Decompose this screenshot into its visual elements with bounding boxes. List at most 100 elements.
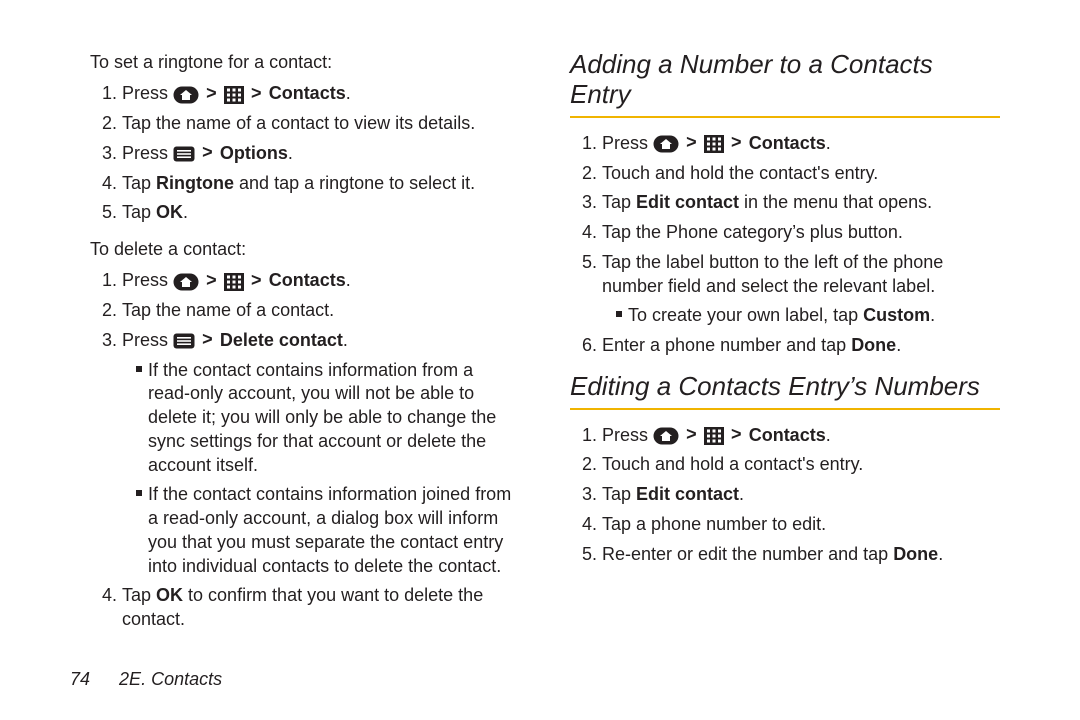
text: in the menu that opens. bbox=[739, 192, 932, 212]
text: . bbox=[739, 484, 744, 504]
section-rule bbox=[570, 408, 1000, 410]
step: Tap Ringtone and tap a ringtone to selec… bbox=[122, 172, 520, 196]
separator: > bbox=[684, 427, 699, 445]
separator: > bbox=[200, 332, 215, 350]
heading-adding-number: Adding a Number to a Contacts Entry bbox=[570, 50, 1000, 110]
step: Tap the label button to the left of the … bbox=[602, 251, 1000, 328]
step: Tap the name of a contact. bbox=[122, 299, 520, 323]
label-done: Done bbox=[893, 544, 938, 564]
right-column: Adding a Number to a Contacts Entry Pres… bbox=[545, 50, 1000, 620]
step: Press > > Contacts. bbox=[602, 424, 1000, 448]
home-icon bbox=[653, 135, 679, 153]
separator: > bbox=[684, 135, 699, 153]
text: To create your own label, tap bbox=[628, 305, 863, 325]
menu-item-delete-contact: Delete contact bbox=[220, 330, 343, 350]
menu-icon bbox=[173, 333, 195, 349]
separator: > bbox=[204, 86, 219, 104]
separator: > bbox=[249, 273, 264, 291]
separator: > bbox=[200, 145, 215, 163]
steps-edit-numbers: Press > > Contacts. Touch and hold a con… bbox=[570, 424, 1000, 567]
text: and tap a ringtone to select it. bbox=[234, 173, 475, 193]
label: Press bbox=[122, 83, 173, 103]
text: . bbox=[346, 83, 351, 103]
step: Press > Delete contact. If the contact c… bbox=[122, 329, 520, 579]
heading-editing-numbers: Editing a Contacts Entry’s Numbers bbox=[570, 372, 1000, 402]
step: Touch and hold the contact's entry. bbox=[602, 162, 1000, 186]
note: If the contact contains information join… bbox=[136, 483, 520, 578]
menu-item-contacts: Contacts bbox=[269, 83, 346, 103]
text: . bbox=[938, 544, 943, 564]
apps-icon bbox=[704, 135, 724, 153]
apps-icon bbox=[224, 273, 244, 291]
note: If the contact contains information from… bbox=[136, 359, 520, 478]
step: Press > Options. bbox=[122, 142, 520, 166]
label: Press bbox=[602, 425, 653, 445]
section-rule bbox=[570, 116, 1000, 118]
step: Re-enter or edit the number and tap Done… bbox=[602, 543, 1000, 567]
steps-delete-contact: Press > > Contacts. Tap the name of a co… bbox=[90, 269, 520, 632]
label-edit-contact: Edit contact bbox=[636, 192, 739, 212]
text: . bbox=[288, 143, 293, 163]
text: Tap bbox=[602, 192, 636, 212]
label: Press bbox=[122, 270, 173, 290]
label: Press bbox=[122, 143, 173, 163]
apps-icon bbox=[704, 427, 724, 445]
steps-set-ringtone: Press > > Contacts. Tap the name of a co… bbox=[90, 82, 520, 225]
apps-icon bbox=[224, 86, 244, 104]
text: . bbox=[826, 133, 831, 153]
text: Tap bbox=[122, 173, 156, 193]
text: . bbox=[343, 330, 348, 350]
text: Tap bbox=[122, 585, 156, 605]
step: Tap a phone number to edit. bbox=[602, 513, 1000, 537]
label-ringtone: Ringtone bbox=[156, 173, 234, 193]
text: . bbox=[896, 335, 901, 355]
step: Enter a phone number and tap Done. bbox=[602, 334, 1000, 358]
step: Touch and hold a contact's entry. bbox=[602, 453, 1000, 477]
text: Enter a phone number and tap bbox=[602, 335, 851, 355]
menu-item-contacts: Contacts bbox=[749, 425, 826, 445]
menu-item-options: Options bbox=[220, 143, 288, 163]
home-icon bbox=[173, 86, 199, 104]
label: Press bbox=[602, 133, 653, 153]
label-ok: OK bbox=[156, 585, 183, 605]
text: . bbox=[930, 305, 935, 325]
step: Tap the name of a contact to view its de… bbox=[122, 112, 520, 136]
step: Press > > Contacts. bbox=[602, 132, 1000, 156]
menu-item-contacts: Contacts bbox=[269, 270, 346, 290]
text: . bbox=[826, 425, 831, 445]
step: Tap OK to confirm that you want to delet… bbox=[122, 584, 520, 632]
text: Tap bbox=[122, 202, 156, 222]
label-done: Done bbox=[851, 335, 896, 355]
separator: > bbox=[249, 86, 264, 104]
step: Press > > Contacts. bbox=[122, 269, 520, 293]
text: . bbox=[346, 270, 351, 290]
step: Tap OK. bbox=[122, 201, 520, 225]
page-section-title: 2E. Contacts bbox=[119, 669, 222, 689]
notes: If the contact contains information from… bbox=[122, 359, 520, 579]
steps-add-number: Press > > Contacts. Touch and hold the c… bbox=[570, 132, 1000, 358]
note: To create your own label, tap Custom. bbox=[616, 304, 1000, 328]
page-number: 74 bbox=[70, 669, 90, 689]
text: Re-enter or edit the number and tap bbox=[602, 544, 893, 564]
manual-page: To set a ringtone for a contact: Press >… bbox=[0, 0, 1080, 620]
text: Tap bbox=[602, 484, 636, 504]
home-icon bbox=[173, 273, 199, 291]
menu-item-contacts: Contacts bbox=[749, 133, 826, 153]
step: Tap the Phone category’s plus button. bbox=[602, 221, 1000, 245]
step: Tap Edit contact in the menu that opens. bbox=[602, 191, 1000, 215]
separator: > bbox=[204, 273, 219, 291]
separator: > bbox=[729, 427, 744, 445]
step: Press > > Contacts. bbox=[122, 82, 520, 106]
lead-delete-contact: To delete a contact: bbox=[90, 237, 520, 261]
home-icon bbox=[653, 427, 679, 445]
label-edit-contact: Edit contact bbox=[636, 484, 739, 504]
notes: To create your own label, tap Custom. bbox=[602, 304, 1000, 328]
text: . bbox=[183, 202, 188, 222]
label: Press bbox=[122, 330, 173, 350]
text: Tap the label button to the left of the … bbox=[602, 252, 943, 296]
left-column: To set a ringtone for a contact: Press >… bbox=[90, 50, 545, 620]
step: Tap Edit contact. bbox=[602, 483, 1000, 507]
separator: > bbox=[729, 135, 744, 153]
label-custom: Custom bbox=[863, 305, 930, 325]
lead-set-ringtone: To set a ringtone for a contact: bbox=[90, 50, 520, 74]
